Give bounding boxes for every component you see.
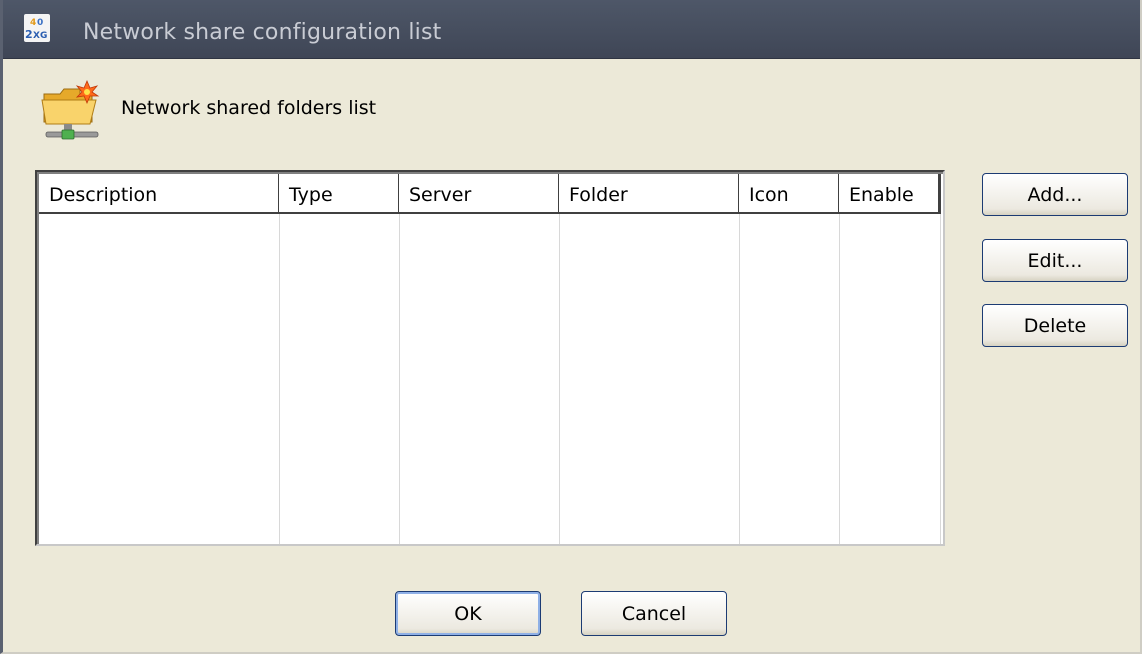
dialog-window: 4 0 2 XG Network share configuration lis… bbox=[0, 0, 1142, 654]
column-divider bbox=[940, 214, 941, 544]
cancel-button[interactable]: Cancel bbox=[581, 591, 727, 636]
svg-text:4: 4 bbox=[30, 18, 36, 28]
window-title: Network share configuration list bbox=[83, 20, 442, 45]
column-header-server[interactable]: Server bbox=[399, 174, 559, 214]
column-divider bbox=[559, 214, 560, 544]
2xc-app-icon: 4 0 2 XG bbox=[24, 14, 50, 42]
column-divider bbox=[279, 214, 280, 544]
svg-text:2: 2 bbox=[25, 28, 33, 41]
column-divider bbox=[399, 214, 400, 544]
network-folder-icon bbox=[41, 79, 100, 140]
table-header: Description Type Server Folder Icon Enab… bbox=[39, 174, 943, 214]
shares-table[interactable]: Description Type Server Folder Icon Enab… bbox=[35, 170, 945, 546]
column-header-type[interactable]: Type bbox=[279, 174, 399, 214]
section-heading: Network shared folders list bbox=[121, 97, 377, 119]
edit-button[interactable]: Edit... bbox=[982, 239, 1128, 282]
column-header-icon[interactable]: Icon bbox=[739, 174, 839, 214]
delete-button[interactable]: Delete bbox=[982, 304, 1128, 347]
column-divider bbox=[839, 214, 840, 544]
add-button[interactable]: Add... bbox=[982, 173, 1128, 216]
svg-text:XG: XG bbox=[33, 31, 47, 41]
column-header-folder[interactable]: Folder bbox=[559, 174, 739, 214]
column-header-enable[interactable]: Enable bbox=[839, 174, 941, 214]
column-header-description[interactable]: Description bbox=[39, 174, 279, 214]
svg-text:0: 0 bbox=[37, 18, 43, 28]
table-body[interactable] bbox=[39, 214, 943, 544]
column-divider bbox=[739, 214, 740, 544]
title-bar[interactable]: 4 0 2 XG Network share configuration lis… bbox=[3, 0, 1140, 59]
ok-button[interactable]: OK bbox=[395, 591, 541, 636]
